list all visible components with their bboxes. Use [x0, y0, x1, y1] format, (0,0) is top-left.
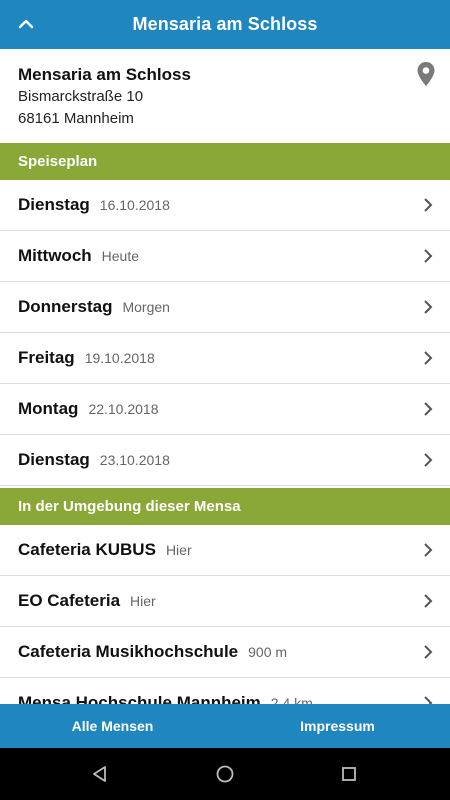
day-name: Freitag	[18, 348, 75, 367]
location-street: Bismarckstraße 10	[18, 88, 144, 105]
chevron-right-icon	[422, 593, 434, 609]
menu-day-row[interactable]: Dienstag 16.10.2018	[0, 180, 450, 231]
menu-day-row[interactable]: Dienstag 23.10.2018	[0, 435, 450, 486]
place-distance: Hier	[165, 542, 192, 558]
location-city: 68161 Mannheim	[18, 110, 134, 127]
day-date: 23.10.2018	[99, 452, 170, 468]
day-name: Dienstag	[18, 195, 90, 214]
home-circle-icon[interactable]	[215, 764, 235, 784]
chevron-right-icon	[422, 644, 434, 660]
system-nav-bar	[0, 748, 450, 800]
nearby-row[interactable]: Cafeteria KUBUS Hier	[0, 525, 450, 576]
place-distance: Hier	[130, 593, 156, 609]
place-name: Cafeteria KUBUS	[18, 540, 156, 559]
location-card: Mensaria am Schloss Bismarckstraße 10 68…	[0, 49, 450, 143]
day-date: 22.10.2018	[88, 401, 159, 417]
menu-day-row[interactable]: Donnerstag Morgen	[0, 282, 450, 333]
recents-square-icon[interactable]	[339, 764, 359, 784]
chevron-right-icon	[422, 452, 434, 468]
page-title: Mensaria am Schloss	[132, 14, 318, 34]
menu-day-row[interactable]: Mittwoch Heute	[0, 231, 450, 282]
place-name: EO Cafeteria	[18, 591, 121, 610]
section-header-nearby: In der Umgebung dieser Mensa	[0, 488, 450, 525]
nearby-list: Cafeteria KUBUS Hier EO Cafeteria Hier C…	[0, 525, 450, 704]
chevron-right-icon	[422, 695, 434, 704]
place-name: Mensa Hochschule Mannheim	[18, 693, 261, 704]
place-name: Cafeteria Musikhochschule	[18, 642, 239, 661]
menu-day-list: Dienstag 16.10.2018 Mittwoch Heute Donne…	[0, 180, 450, 486]
chevron-right-icon	[422, 299, 434, 315]
place-distance: 900 m	[248, 644, 288, 660]
menu-day-row[interactable]: Freitag 19.10.2018	[0, 333, 450, 384]
nearby-row[interactable]: Cafeteria Musikhochschule 900 m	[0, 627, 450, 678]
bottom-tab-bar: Alle Mensen Impressum	[0, 704, 450, 748]
day-name: Mittwoch	[18, 246, 92, 265]
nearby-row[interactable]: EO Cafeteria Hier	[0, 576, 450, 627]
day-date: Heute	[101, 248, 140, 264]
chevron-right-icon	[422, 542, 434, 558]
chevron-right-icon	[422, 248, 434, 264]
tab-imprint[interactable]: Impressum	[225, 704, 450, 748]
chevron-right-icon	[422, 401, 434, 417]
nearby-row[interactable]: Mensa Hochschule Mannheim 2,4 km	[0, 678, 450, 704]
day-name: Donnerstag	[18, 297, 113, 316]
app-bar: Mensaria am Schloss	[0, 0, 450, 49]
day-date: Morgen	[122, 299, 170, 315]
menu-day-row[interactable]: Montag 22.10.2018	[0, 384, 450, 435]
chevron-up-icon[interactable]	[14, 12, 38, 36]
day-name: Montag	[18, 399, 79, 418]
section-header-menu: Speiseplan	[0, 143, 450, 180]
chevron-right-icon	[422, 197, 434, 213]
place-distance: 2,4 km	[270, 695, 313, 704]
tab-all-canteens[interactable]: Alle Mensen	[0, 704, 225, 748]
day-name: Dienstag	[18, 450, 90, 469]
map-pin-icon[interactable]	[416, 61, 436, 87]
day-date: 16.10.2018	[99, 197, 170, 213]
location-name: Mensaria am Schloss	[18, 65, 191, 84]
day-date: 19.10.2018	[84, 350, 155, 366]
chevron-right-icon	[422, 350, 434, 366]
back-triangle-icon[interactable]	[90, 764, 110, 784]
